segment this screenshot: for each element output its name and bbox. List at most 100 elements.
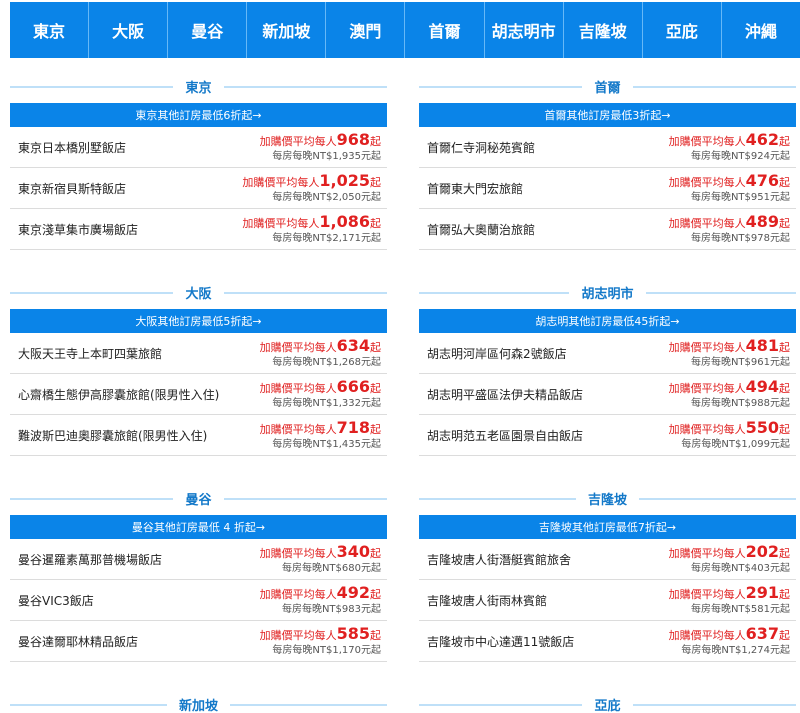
- hotel-row[interactable]: 東京日本橋別墅飯店 加購價平均每人968起 每房每晚NT$1,935元起: [10, 127, 387, 168]
- price-amount: 494: [745, 377, 779, 396]
- hotel-name[interactable]: 吉隆坡唐人街雨林賓館: [427, 592, 547, 609]
- hotel-row[interactable]: 心齋橋生態伊高膠囊旅館(限男性入住) 加購價平均每人666起 每房每晚NT$1,33…: [10, 374, 387, 415]
- hotel-row[interactable]: 胡志明平盛區法伊夫精品飯店 加購價平均每人494起 每房每晚NT$988元起: [419, 374, 796, 415]
- hotel-name[interactable]: 東京淺草集市廣場飯店: [18, 221, 138, 238]
- city-tab-tokyo[interactable]: 東京: [10, 2, 90, 58]
- hotel-name[interactable]: 難波斯巴迪奧膠囊旅館(限男性入住): [18, 427, 207, 444]
- hotel-name[interactable]: 吉隆坡唐人街潛艇賓館旅舍: [427, 551, 571, 568]
- city-section: 大阪大阪其他訂房最低5折起→ 大阪天王寺上本町四葉旅館 加購價平均每人634起 每房每…: [10, 280, 387, 456]
- hotel-list: 首爾仁寺洞秘苑賓館 加購價平均每人462起 每房每晚NT$924元起 首爾東大門宏旅館…: [419, 127, 796, 250]
- price-line: 加購價平均每人666起: [260, 378, 381, 398]
- hotel-list: 東京日本橋別墅飯店 加購價平均每人968起 每房每晚NT$1,935元起 東京新宿貝斯…: [10, 127, 387, 250]
- city-tab-ho-chi-minh[interactable]: 胡志明市: [485, 2, 564, 58]
- city-tab-kota-kinabalu[interactable]: 亞庇: [643, 2, 722, 58]
- city-tab-kuala-lumpur[interactable]: 吉隆坡: [564, 2, 643, 58]
- price-line: 加購價平均每人202起: [669, 543, 790, 563]
- hotel-row[interactable]: 大阪天王寺上本町四葉旅館 加購價平均每人634起 每房每晚NT$1,268元起: [10, 333, 387, 374]
- hotel-price: 加購價平均每人1,025起 每房每晚NT$2,050元起: [242, 172, 381, 204]
- hotel-row[interactable]: 曼谷VIC3飯店 加購價平均每人492起 每房每晚NT$983元起: [10, 580, 387, 621]
- room-night-price: 每房每晚NT$961元起: [690, 357, 790, 368]
- price-amount: 462: [745, 130, 779, 149]
- promo-link-bar[interactable]: 胡志明其他訂房最低45折起→: [419, 309, 796, 333]
- hotel-name[interactable]: 首爾仁寺洞秘苑賓館: [427, 139, 535, 156]
- price-amount: 492: [336, 583, 370, 602]
- city-tab-osaka[interactable]: 大阪: [89, 2, 169, 58]
- hotel-row[interactable]: 首爾仁寺洞秘苑賓館 加購價平均每人462起 每房每晚NT$924元起: [419, 127, 796, 168]
- hotel-row[interactable]: 吉隆坡唐人街雨林賓館 加購價平均每人291起 每房每晚NT$581元起: [419, 580, 796, 621]
- price-prefix: 加購價平均每人: [668, 176, 746, 189]
- price-line: 加購價平均每人476起: [669, 172, 790, 192]
- price-amount: 968: [336, 130, 370, 149]
- price-suffix: 起: [370, 176, 381, 189]
- room-night-price: 每房每晚NT$680元起: [281, 563, 381, 574]
- promo-link-bar[interactable]: 大阪其他訂房最低5折起→: [10, 309, 387, 333]
- promo-link-bar[interactable]: 東京其他訂房最低6折起→: [10, 103, 387, 127]
- hotel-name[interactable]: 東京新宿貝斯特飯店: [18, 180, 126, 197]
- hotel-row[interactable]: 首爾東大門宏旅館 加購價平均每人476起 每房每晚NT$951元起: [419, 168, 796, 209]
- city-tab-okinawa[interactable]: 沖繩: [722, 2, 800, 58]
- price-line: 加購價平均每人718起: [260, 419, 381, 439]
- hotel-name[interactable]: 大阪天王寺上本町四葉旅館: [18, 345, 162, 362]
- hotel-name[interactable]: 胡志明平盛區法伊夫精品飯店: [427, 386, 583, 403]
- hotel-price: 加購價平均每人634起 每房每晚NT$1,268元起: [260, 337, 381, 369]
- price-prefix: 加購價平均每人: [259, 588, 337, 601]
- hotel-row[interactable]: 東京淺草集市廣場飯店 加購價平均每人1,086起 每房每晚NT$2,171元起: [10, 209, 387, 250]
- city-tab-bangkok[interactable]: 曼谷: [168, 2, 248, 58]
- city-heading: 東京: [10, 74, 387, 98]
- price-prefix: 加購價平均每人: [668, 423, 746, 436]
- hotel-name[interactable]: 胡志明河岸區何森2號飯店: [427, 345, 567, 362]
- hotel-name[interactable]: 吉隆坡市中心達邁11號飯店: [427, 633, 574, 650]
- city-heading: 新加坡: [10, 692, 387, 713]
- hotel-name[interactable]: 胡志明范五老區園景自由飯店: [427, 427, 583, 444]
- room-night-price: 每房每晚NT$403元起: [690, 563, 790, 574]
- hotel-name[interactable]: 首爾弘大奧蘭治旅館: [427, 221, 535, 238]
- hotel-row[interactable]: 胡志明河岸區何森2號飯店 加購價平均每人481起 每房每晚NT$961元起: [419, 333, 796, 374]
- room-night-price: 每房每晚NT$1,435元起: [272, 439, 381, 450]
- hotel-price: 加購價平均每人340起 每房每晚NT$680元起: [260, 543, 381, 575]
- hotel-row[interactable]: 東京新宿貝斯特飯店 加購價平均每人1,025起 每房每晚NT$2,050元起: [10, 168, 387, 209]
- promo-link-bar[interactable]: 曼谷其他訂房最低 4 折起→: [10, 515, 387, 539]
- city-heading: 首爾: [419, 74, 796, 98]
- hotel-name[interactable]: 首爾東大門宏旅館: [427, 180, 523, 197]
- price-prefix: 加購價平均每人: [668, 547, 746, 560]
- hotel-row[interactable]: 難波斯巴迪奧膠囊旅館(限男性入住) 加購價平均每人718起 每房每晚NT$1,435…: [10, 415, 387, 456]
- hotel-name[interactable]: 曼谷達爾耶林精品飯店: [18, 633, 138, 650]
- price-prefix: 加購價平均每人: [242, 217, 320, 230]
- city-tab-seoul[interactable]: 首爾: [405, 2, 485, 58]
- hotel-row[interactable]: 曼谷達爾耶林精品飯店 加購價平均每人585起 每房每晚NT$1,170元起: [10, 621, 387, 662]
- price-line: 加購價平均每人1,025起: [242, 172, 381, 192]
- room-night-price: 每房每晚NT$1,332元起: [272, 398, 381, 409]
- room-night-price: 每房每晚NT$1,099元起: [681, 439, 790, 450]
- promo-link-bar[interactable]: 首爾其他訂房最低3折起→: [419, 103, 796, 127]
- promo-link-bar[interactable]: 吉隆坡其他訂房最低7折起→: [419, 515, 796, 539]
- price-prefix: 加購價平均每人: [259, 547, 337, 560]
- city-nav-bar: 東京 大阪 曼谷 新加坡 澳門 首爾 胡志明市 吉隆坡 亞庇 沖繩: [10, 2, 800, 58]
- city-section: 胡志明市 胡志明其他訂房最低45折起→ 胡志明河岸區何森2號飯店 加購價平均每人481…: [419, 280, 796, 456]
- hotel-row[interactable]: 吉隆坡唐人街潛艇賓館旅舍 加購價平均每人202起 每房每晚NT$403元起: [419, 539, 796, 580]
- city-heading-label: 大阪: [173, 282, 224, 302]
- hotel-price: 加購價平均每人637起 每房每晚NT$1,274元起: [669, 625, 790, 657]
- city-heading: 胡志明市: [419, 280, 796, 304]
- hotel-row[interactable]: 胡志明范五老區園景自由飯店 加購價平均每人550起 每房每晚NT$1,099元起: [419, 415, 796, 456]
- city-tab-singapore[interactable]: 新加坡: [247, 2, 327, 58]
- hotel-name[interactable]: 曼谷暹羅素萬那普機場飯店: [18, 551, 162, 568]
- hotel-name[interactable]: 心齋橋生態伊高膠囊旅館(限男性入住): [18, 386, 219, 403]
- price-prefix: 加購價平均每人: [668, 135, 746, 148]
- hotel-row[interactable]: 首爾弘大奧蘭治旅館 加購價平均每人489起 每房每晚NT$978元起: [419, 209, 796, 250]
- city-tab-macau[interactable]: 澳門: [326, 2, 406, 58]
- price-suffix: 起: [779, 176, 790, 189]
- price-amount: 481: [745, 336, 779, 355]
- hotel-name[interactable]: 東京日本橋別墅飯店: [18, 139, 126, 156]
- hotel-row[interactable]: 吉隆坡市中心達邁11號飯店 加購價平均每人637起 每房每晚NT$1,274元起: [419, 621, 796, 662]
- room-night-price: 每房每晚NT$1,268元起: [272, 357, 381, 368]
- price-amount: 1,086: [319, 212, 370, 231]
- hotel-row[interactable]: 曼谷暹羅素萬那普機場飯店 加購價平均每人340起 每房每晚NT$680元起: [10, 539, 387, 580]
- price-amount: 476: [745, 171, 779, 190]
- hotel-price: 加購價平均每人291起 每房每晚NT$581元起: [669, 584, 790, 616]
- hotel-name[interactable]: 曼谷VIC3飯店: [18, 592, 94, 609]
- city-heading: 曼谷: [10, 486, 387, 510]
- city-section: 新加坡: [10, 692, 387, 713]
- price-suffix: 起: [779, 547, 790, 560]
- hotel-price: 加購價平均每人489起 每房每晚NT$978元起: [669, 213, 790, 245]
- price-prefix: 加購價平均每人: [259, 382, 337, 395]
